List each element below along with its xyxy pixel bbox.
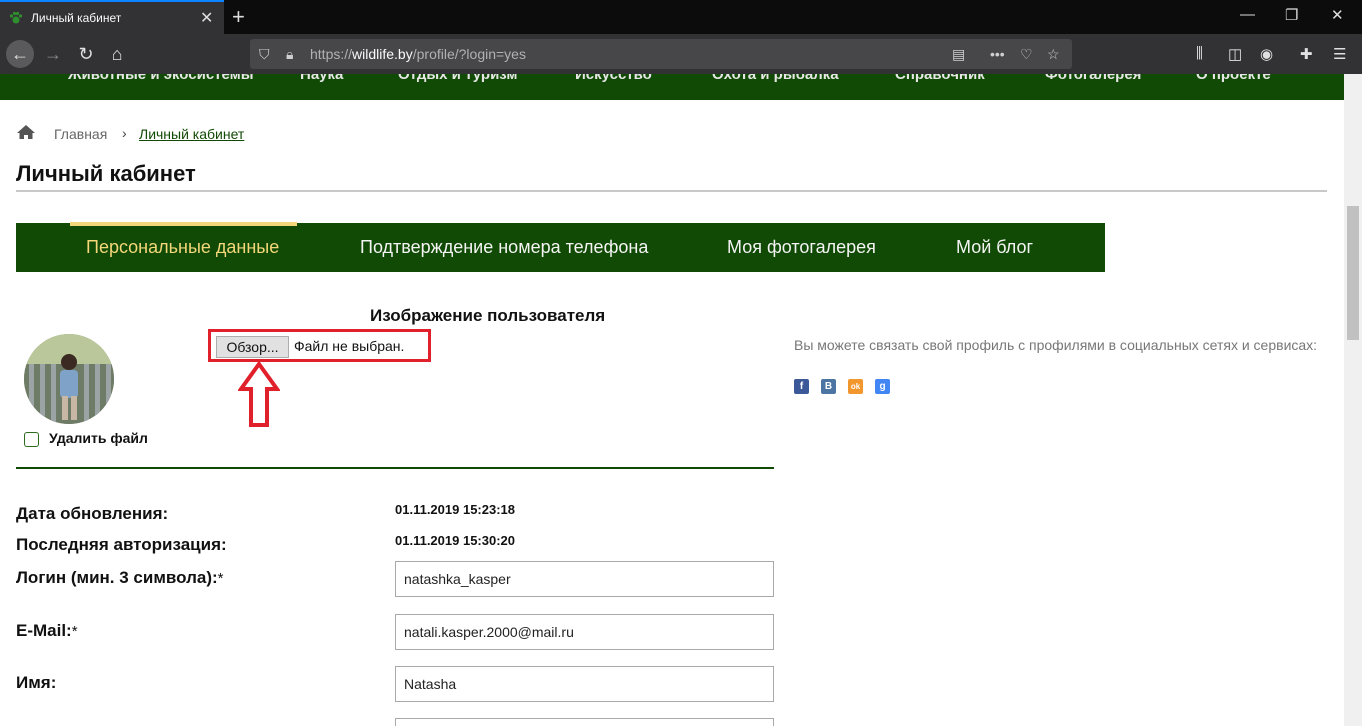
window-close-icon[interactable]: ✕ xyxy=(1331,6,1344,24)
breadcrumb-home-icon[interactable] xyxy=(16,124,36,140)
breadcrumb-separator: › xyxy=(122,125,127,141)
required-mark: * xyxy=(71,623,78,640)
menu-item[interactable]: О проекте xyxy=(1196,74,1271,83)
menu-item[interactable]: Искусство xyxy=(575,74,652,83)
lock-icon[interactable]: 🔒︎ xyxy=(286,46,293,63)
odnoklassniki-icon[interactable]: ok xyxy=(848,379,863,394)
browser-navbar: ← → ↻ ⌂ ⛉ 🔒︎ https://wildlife.by/profile… xyxy=(0,34,1362,74)
paw-favicon-icon xyxy=(9,11,23,24)
no-file-text: Файл не выбран. xyxy=(294,338,405,354)
restore-icon[interactable]: ❐ xyxy=(1285,6,1298,24)
menu-item[interactable]: Наука xyxy=(300,74,343,83)
site-top-menu: Животные и экосистемы Наука Отдых и тури… xyxy=(0,74,1344,100)
up-arrow-annotation-icon xyxy=(238,362,280,427)
reload-icon[interactable]: ↻ xyxy=(72,40,100,68)
back-icon[interactable]: ← xyxy=(6,40,34,68)
tracking-shield-icon[interactable]: ⛉ xyxy=(259,46,270,63)
login-label: Логин (мин. 3 символа):* xyxy=(16,568,224,587)
breadcrumb-current[interactable]: Личный кабинет xyxy=(139,126,244,142)
page-actions-icon[interactable]: ••• xyxy=(990,46,1005,62)
email-label: E-Mail:* xyxy=(16,621,78,640)
active-tab-indicator xyxy=(70,222,297,226)
browser-tab[interactable]: Личный кабинет ✕ xyxy=(0,0,224,34)
browse-button[interactable]: Обзор... xyxy=(216,336,289,358)
title-divider xyxy=(16,190,1327,192)
tab-close-icon[interactable]: ✕ xyxy=(200,8,213,28)
next-field-input[interactable] xyxy=(395,718,774,726)
url-bar[interactable]: ⛉ 🔒︎ https://wildlife.by/profile/?login=… xyxy=(250,39,1072,69)
extensions-icon[interactable]: ✚ xyxy=(1300,45,1313,63)
required-mark: * xyxy=(217,570,224,587)
social-link-text: Вы можете связать свой профиль с профиля… xyxy=(794,337,1318,353)
url-text[interactable]: https://wildlife.by/profile/?login=yes xyxy=(310,46,526,62)
name-input[interactable]: Natasha xyxy=(395,666,774,702)
page-scrollbar[interactable] xyxy=(1344,74,1362,726)
name-label: Имя: xyxy=(16,673,57,692)
page-title: Личный кабинет xyxy=(16,161,196,186)
account-icon[interactable]: ◉ xyxy=(1260,45,1273,63)
menu-item[interactable]: Отдых и туризм xyxy=(398,74,517,83)
last-auth-value: 01.11.2019 15:30:20 xyxy=(395,533,515,548)
facebook-icon[interactable]: f xyxy=(794,379,809,394)
updated-label: Дата обновления: xyxy=(16,504,169,523)
file-input-highlight: Обзор... Файл не выбран. xyxy=(208,329,431,362)
scrollbar-thumb[interactable] xyxy=(1347,206,1359,340)
tab-personal-data[interactable]: Персональные данные xyxy=(86,237,279,258)
profile-tabs: Персональные данные Подтверждение номера… xyxy=(16,222,1105,272)
browser-titlebar: Личный кабинет ✕ + — ❐ ✕ xyxy=(0,0,1362,34)
tab-blog[interactable]: Мой блог xyxy=(956,237,1033,258)
tab-phone-confirmation[interactable]: Подтверждение номера телефона xyxy=(360,237,648,258)
sidebar-icon[interactable]: ◫ xyxy=(1228,45,1242,63)
forward-icon[interactable]: → xyxy=(39,40,67,68)
library-icon[interactable]: ⫼ xyxy=(1196,45,1203,62)
reader-view-icon[interactable]: ▤ xyxy=(952,46,965,63)
bookmark-star-icon[interactable]: ☆ xyxy=(1047,46,1060,63)
google-icon[interactable]: g xyxy=(875,379,890,394)
menu-icon[interactable]: ☰ xyxy=(1333,45,1346,63)
email-input[interactable]: natali.kasper.2000@mail.ru xyxy=(395,614,774,650)
tab-title: Личный кабинет xyxy=(31,11,122,25)
vkontakte-icon[interactable]: В xyxy=(821,379,836,394)
pocket-icon[interactable]: ♡ xyxy=(1020,46,1033,63)
last-auth-label: Последняя авторизация: xyxy=(16,535,227,554)
menu-item[interactable]: Справочник xyxy=(895,74,985,83)
menu-item[interactable]: Охота и рыбалка xyxy=(712,74,839,83)
section-divider xyxy=(16,467,774,469)
user-image-title: Изображение пользователя xyxy=(370,306,606,325)
new-tab-icon[interactable]: + xyxy=(232,4,245,30)
minimize-icon[interactable]: — xyxy=(1240,6,1255,23)
delete-file-label: Удалить файл xyxy=(49,430,148,446)
menu-item[interactable]: Фотогалерея xyxy=(1045,74,1141,83)
updated-value: 01.11.2019 15:23:18 xyxy=(395,502,515,517)
login-input[interactable]: natashka_kasper xyxy=(395,561,774,597)
breadcrumb-home-link[interactable]: Главная xyxy=(54,126,107,142)
delete-file-checkbox[interactable] xyxy=(24,432,39,447)
home-icon[interactable]: ⌂ xyxy=(103,40,131,68)
avatar xyxy=(24,334,114,424)
tab-photo-gallery[interactable]: Моя фотогалерея xyxy=(727,237,876,258)
menu-item[interactable]: Животные и экосистемы xyxy=(68,74,254,83)
page-content: Животные и экосистемы Наука Отдых и тури… xyxy=(0,74,1344,726)
